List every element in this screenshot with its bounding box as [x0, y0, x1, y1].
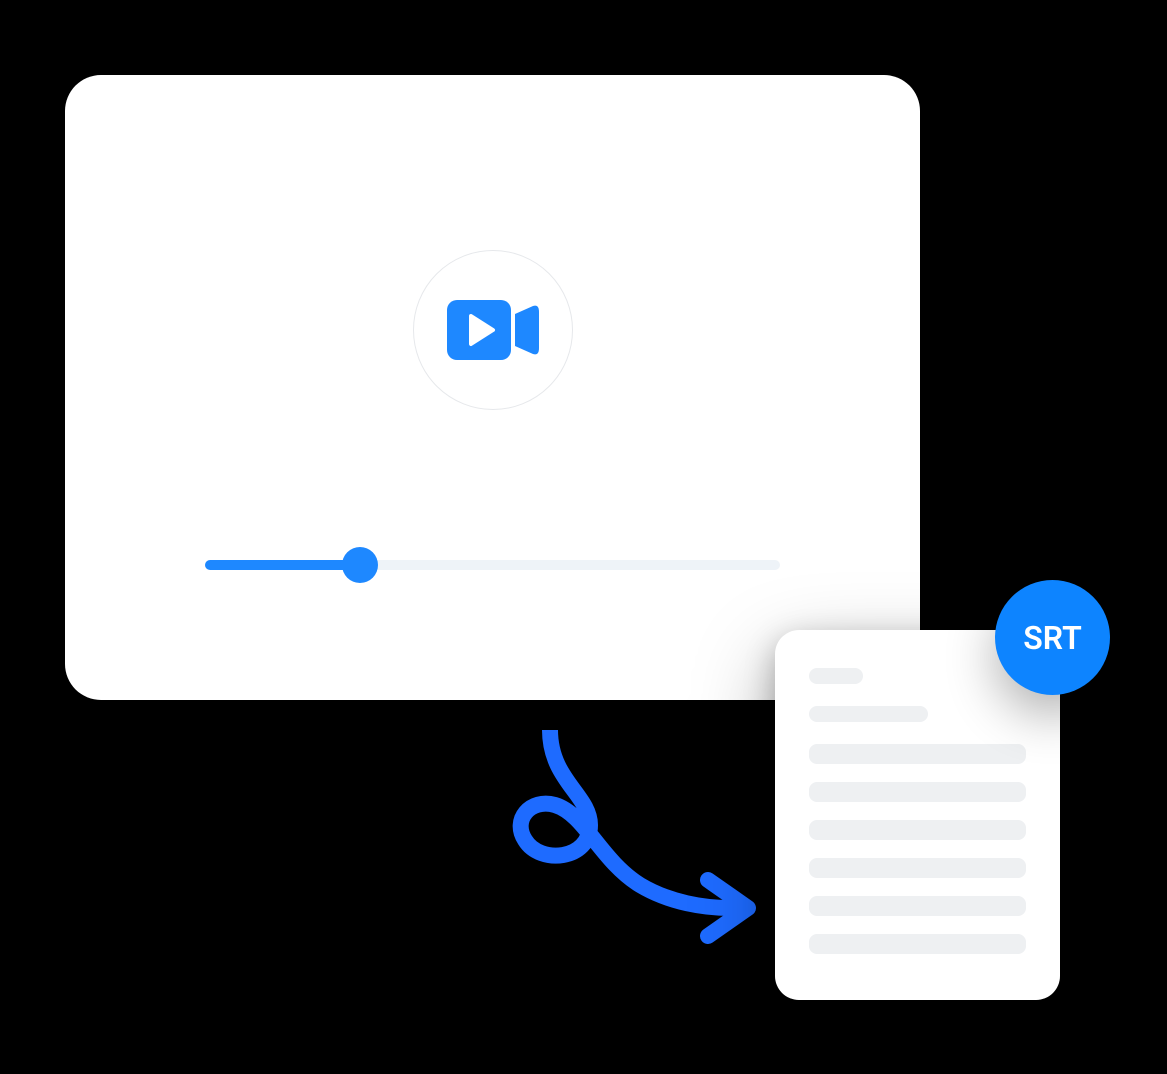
doc-text-line: [809, 820, 1026, 840]
srt-badge: SRT: [995, 580, 1110, 695]
video-camera-icon-circle: [413, 250, 573, 410]
doc-text-line: [809, 934, 1026, 954]
srt-document-card: SRT: [775, 630, 1060, 1000]
doc-text-line: [809, 668, 863, 684]
video-progress-thumb[interactable]: [342, 547, 378, 583]
doc-text-line: [809, 782, 1026, 802]
srt-badge-label: SRT: [1023, 619, 1082, 657]
doc-text-line: [809, 744, 1026, 764]
video-progress-track[interactable]: [205, 560, 780, 570]
doc-text-line: [809, 706, 928, 722]
video-camera-icon: [447, 296, 539, 364]
doc-text-line: [809, 858, 1026, 878]
curly-arrow-icon: [430, 730, 760, 950]
video-progress-fill: [205, 560, 360, 570]
illustration-canvas: SRT: [0, 0, 1167, 1074]
doc-text-line: [809, 896, 1026, 916]
video-player-card: [65, 75, 920, 700]
